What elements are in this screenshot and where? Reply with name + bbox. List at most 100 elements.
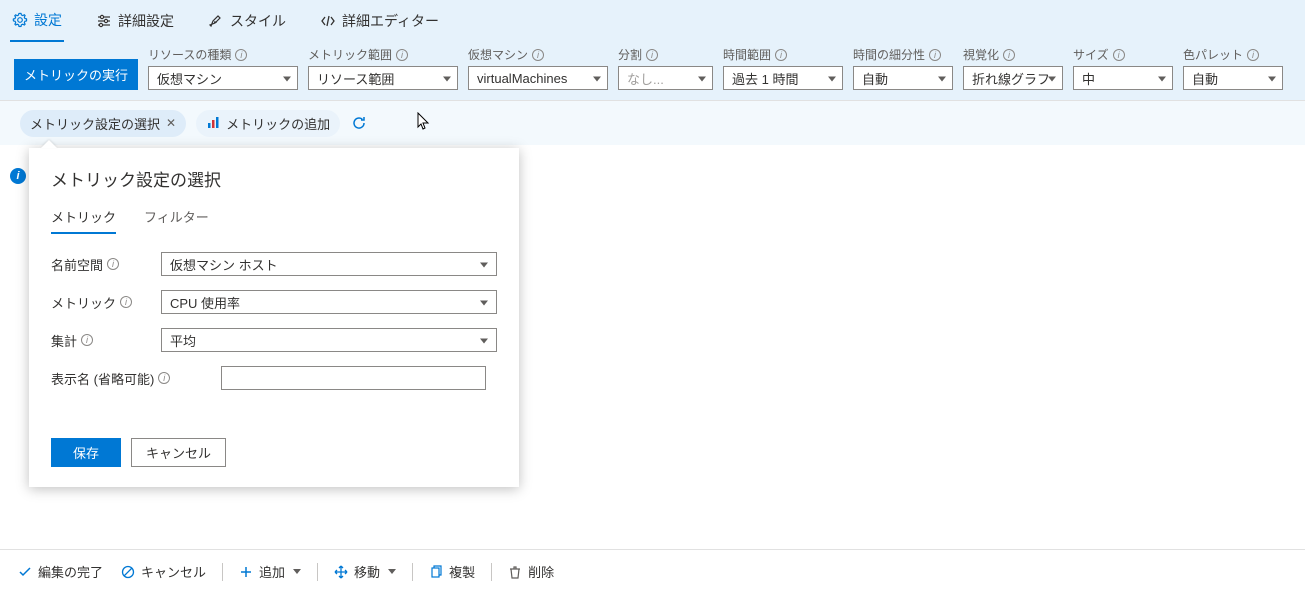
label-aggregation: 集計 bbox=[51, 331, 151, 350]
param-resource-type: リソースの種類 仮想マシン bbox=[148, 46, 298, 90]
bar-chart-icon bbox=[206, 116, 220, 130]
tab-advanced-editor[interactable]: 詳細エディター bbox=[318, 7, 441, 41]
resource-type-dropdown[interactable]: 仮想マシン bbox=[148, 66, 298, 90]
param-split: 分割 なし... bbox=[618, 46, 713, 90]
param-metric-scope: メトリック範囲 リソース範囲 bbox=[308, 46, 458, 90]
param-visualization-label: 視覚化 bbox=[963, 46, 1063, 63]
add-metric-pill-label: メトリックの追加 bbox=[226, 114, 330, 133]
trash-icon bbox=[508, 565, 522, 579]
visualization-dropdown[interactable]: 折れ線グラフ bbox=[963, 66, 1063, 90]
metric-settings-popup: メトリック設定の選択 メトリック フィルター 名前空間 仮想マシン ホスト メト… bbox=[29, 148, 519, 487]
info-icon[interactable] bbox=[120, 296, 132, 308]
add-button[interactable]: 追加 bbox=[231, 558, 309, 585]
tab-style[interactable]: スタイル bbox=[206, 7, 288, 41]
paintbrush-icon bbox=[208, 13, 224, 29]
virtual-machine-dropdown[interactable]: virtualMachines bbox=[468, 66, 608, 90]
prohibit-icon bbox=[121, 565, 135, 579]
row-display-name: 表示名 (省略可能) bbox=[51, 366, 497, 390]
label-metric: メトリック bbox=[51, 293, 151, 312]
row-namespace: 名前空間 仮想マシン ホスト bbox=[51, 252, 497, 276]
popup-title: メトリック設定の選択 bbox=[51, 166, 497, 191]
tab-settings[interactable]: 設定 bbox=[10, 6, 64, 42]
copy-icon bbox=[429, 565, 443, 579]
add-metric-pill[interactable]: メトリックの追加 bbox=[196, 110, 340, 137]
param-visualization: 視覚化 折れ線グラフ bbox=[963, 46, 1063, 90]
top-area: 設定 詳細設定 スタイル 詳細エディター メトリックの実行 リソースの種類 bbox=[0, 0, 1305, 101]
chevron-down-icon bbox=[293, 569, 301, 574]
info-icon[interactable] bbox=[158, 372, 170, 384]
tab-style-label: スタイル bbox=[230, 11, 286, 31]
metric-settings-pill[interactable]: メトリック設定の選択 ✕ bbox=[20, 110, 186, 137]
info-icon[interactable] bbox=[1003, 49, 1015, 61]
bottom-toolbar: 編集の完了 キャンセル 追加 移動 複製 削除 bbox=[0, 549, 1305, 593]
metric-settings-pill-label: メトリック設定の選択 bbox=[30, 114, 160, 133]
separator bbox=[412, 563, 413, 581]
info-icon[interactable] bbox=[81, 334, 93, 346]
tab-advanced-editor-label: 詳細エディター bbox=[342, 11, 439, 31]
run-metrics-button[interactable]: メトリックの実行 bbox=[14, 59, 138, 90]
sliders-icon bbox=[96, 13, 112, 29]
popup-tabs: メトリック フィルター bbox=[51, 207, 497, 234]
popup-tab-metric[interactable]: メトリック bbox=[51, 207, 116, 234]
info-icon[interactable] bbox=[929, 49, 941, 61]
granularity-dropdown[interactable]: 自動 bbox=[853, 66, 953, 90]
info-icon[interactable] bbox=[235, 49, 247, 61]
pills-bar: メトリック設定の選択 ✕ メトリックの追加 bbox=[0, 101, 1305, 145]
param-size-label: サイズ bbox=[1073, 46, 1173, 63]
param-metric-scope-label: メトリック範囲 bbox=[308, 46, 458, 63]
param-granularity-label: 時間の細分性 bbox=[853, 46, 953, 63]
separator bbox=[491, 563, 492, 581]
refresh-icon[interactable] bbox=[350, 114, 368, 132]
duplicate-button[interactable]: 複製 bbox=[421, 558, 483, 585]
move-button[interactable]: 移動 bbox=[326, 558, 404, 585]
display-name-input[interactable] bbox=[221, 366, 486, 390]
info-icon[interactable] bbox=[1113, 49, 1125, 61]
param-virtual-machine: 仮想マシン virtualMachines bbox=[468, 46, 608, 90]
info-icon[interactable] bbox=[775, 49, 787, 61]
metric-dropdown[interactable]: CPU 使用率 bbox=[161, 290, 497, 314]
param-size: サイズ 中 bbox=[1073, 46, 1173, 90]
done-editing-button[interactable]: 編集の完了 bbox=[10, 558, 111, 585]
time-range-dropdown[interactable]: 過去 1 時間 bbox=[723, 66, 843, 90]
delete-button[interactable]: 削除 bbox=[500, 558, 562, 585]
aggregation-dropdown[interactable]: 平均 bbox=[161, 328, 497, 352]
param-palette-label: 色パレット bbox=[1183, 46, 1283, 63]
check-icon bbox=[18, 565, 32, 579]
param-palette: 色パレット 自動 bbox=[1183, 46, 1283, 90]
save-button[interactable]: 保存 bbox=[51, 438, 121, 467]
param-virtual-machine-label: 仮想マシン bbox=[468, 46, 608, 63]
separator bbox=[222, 563, 223, 581]
code-icon bbox=[320, 13, 336, 29]
tab-advanced-settings-label: 詳細設定 bbox=[118, 11, 174, 31]
plus-icon bbox=[239, 565, 253, 579]
label-namespace: 名前空間 bbox=[51, 255, 151, 274]
label-display-name: 表示名 (省略可能) bbox=[51, 369, 211, 388]
top-tabs: 設定 詳細設定 スタイル 詳細エディター bbox=[0, 0, 1305, 40]
chevron-down-icon bbox=[388, 569, 396, 574]
separator bbox=[317, 563, 318, 581]
info-icon[interactable] bbox=[107, 258, 119, 270]
palette-dropdown[interactable]: 自動 bbox=[1183, 66, 1283, 90]
move-icon bbox=[334, 565, 348, 579]
close-icon[interactable]: ✕ bbox=[166, 116, 176, 130]
tab-settings-label: 設定 bbox=[34, 10, 62, 30]
row-aggregation: 集計 平均 bbox=[51, 328, 497, 352]
gear-icon bbox=[12, 12, 28, 28]
size-dropdown[interactable]: 中 bbox=[1073, 66, 1173, 90]
metric-scope-dropdown[interactable]: リソース範囲 bbox=[308, 66, 458, 90]
info-icon[interactable] bbox=[532, 49, 544, 61]
cancel-button[interactable]: キャンセル bbox=[131, 438, 226, 467]
param-time-range: 時間範囲 過去 1 時間 bbox=[723, 46, 843, 90]
popup-actions: 保存 キャンセル bbox=[51, 438, 497, 467]
cancel-editing-button[interactable]: キャンセル bbox=[113, 558, 214, 585]
info-icon[interactable] bbox=[1247, 49, 1259, 61]
info-icon[interactable] bbox=[646, 49, 658, 61]
param-split-label: 分割 bbox=[618, 46, 713, 63]
namespace-dropdown[interactable]: 仮想マシン ホスト bbox=[161, 252, 497, 276]
tab-advanced-settings[interactable]: 詳細設定 bbox=[94, 7, 176, 41]
param-resource-type-label: リソースの種類 bbox=[148, 46, 298, 63]
param-granularity: 時間の細分性 自動 bbox=[853, 46, 953, 90]
info-icon[interactable] bbox=[396, 49, 408, 61]
popup-tab-filter[interactable]: フィルター bbox=[144, 207, 209, 234]
split-dropdown[interactable]: なし... bbox=[618, 66, 713, 90]
